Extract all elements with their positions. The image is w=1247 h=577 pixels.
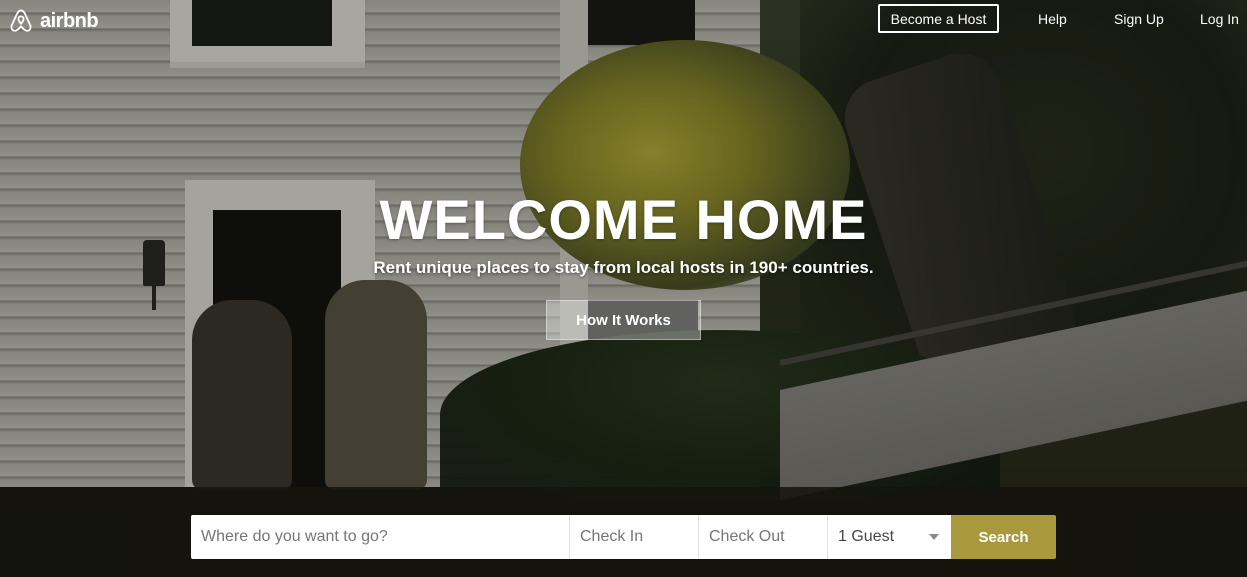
airbnb-logo[interactable]: airbnb <box>8 8 99 34</box>
search-button[interactable]: Search <box>951 515 1056 559</box>
airbnb-belo-icon <box>10 9 32 32</box>
chevron-down-icon <box>929 534 939 540</box>
become-a-host-button[interactable]: Become a Host <box>878 4 999 33</box>
guests-value: 1 Guest <box>838 528 895 545</box>
hero-title: WELCOME HOME <box>379 188 868 251</box>
guests-select[interactable]: 1 Guest <box>828 515 951 559</box>
search-bar: Where do you want to go? Check In Check … <box>191 515 1056 559</box>
check-out-field[interactable]: Check Out <box>699 515 828 559</box>
brand-name: airbnb <box>40 9 99 32</box>
how-it-works-button[interactable]: How It Works <box>546 300 701 340</box>
check-in-field[interactable]: Check In <box>570 515 699 559</box>
destination-input[interactable]: Where do you want to go? <box>191 515 570 559</box>
log-in-link[interactable]: Log In <box>1200 11 1239 27</box>
help-link[interactable]: Help <box>1038 11 1067 27</box>
hero-subtitle: Rent unique places to stay from local ho… <box>373 258 874 277</box>
hero-section: airbnb Become a Host Help Sign Up Log In… <box>0 0 1247 577</box>
sign-up-link[interactable]: Sign Up <box>1114 11 1164 27</box>
